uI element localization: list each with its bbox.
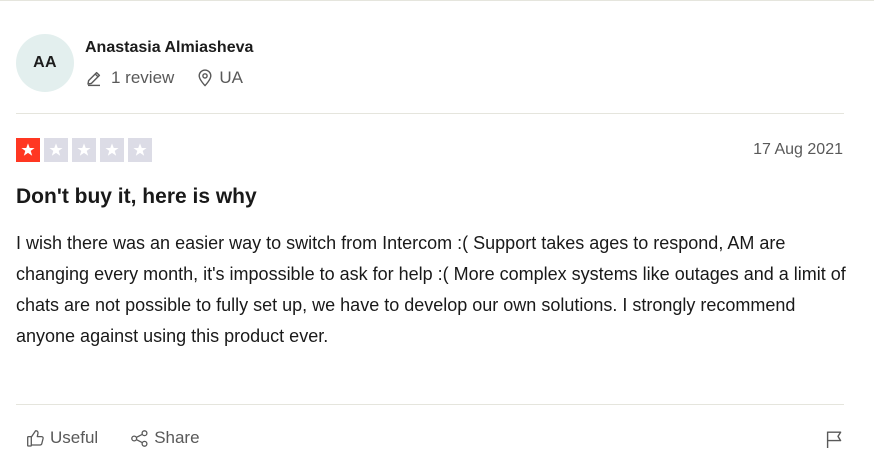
star-empty	[100, 138, 124, 162]
reviewer-country: UA	[219, 68, 243, 87]
review-body: I wish there was an easier way to switch…	[16, 233, 846, 346]
footer-divider	[16, 404, 844, 405]
star-icon	[77, 143, 91, 156]
avatar-initials: AA	[33, 54, 57, 71]
useful-button[interactable]: Useful	[26, 428, 98, 448]
location-pin-icon	[197, 69, 213, 87]
star-icon	[49, 143, 63, 156]
thumbs-up-icon	[27, 429, 44, 447]
share-button[interactable]: Share	[130, 428, 200, 448]
review-actions: Useful Share	[26, 428, 200, 448]
reviewer-header: AA Anastasia Almiasheva 1 review UA	[16, 34, 844, 94]
useful-label: Useful	[50, 428, 99, 447]
review-date: 17 Aug 2021	[753, 141, 843, 158]
header-divider	[16, 113, 844, 114]
star-icon	[105, 143, 119, 156]
report-flag-button[interactable]	[825, 430, 843, 449]
star-icon	[133, 143, 147, 156]
star-empty	[128, 138, 152, 162]
reviewer-meta: 1 review UA	[85, 68, 243, 88]
star-empty	[44, 138, 68, 162]
star-rating	[16, 138, 156, 162]
share-label: Share	[154, 428, 200, 447]
reviewer-name[interactable]: Anastasia Almiasheva	[85, 39, 253, 57]
pencil-icon	[85, 70, 102, 87]
avatar[interactable]: AA	[16, 34, 74, 92]
review-title[interactable]: Don't buy it, here is why	[16, 185, 257, 209]
star-icon	[21, 143, 35, 156]
share-icon	[131, 429, 148, 447]
review-count: 1 review	[111, 68, 175, 87]
star-empty	[72, 138, 96, 162]
flag-icon	[826, 431, 842, 448]
star-filled	[16, 138, 40, 162]
review-card: AA Anastasia Almiasheva 1 review UA 17 A…	[0, 0, 874, 469]
